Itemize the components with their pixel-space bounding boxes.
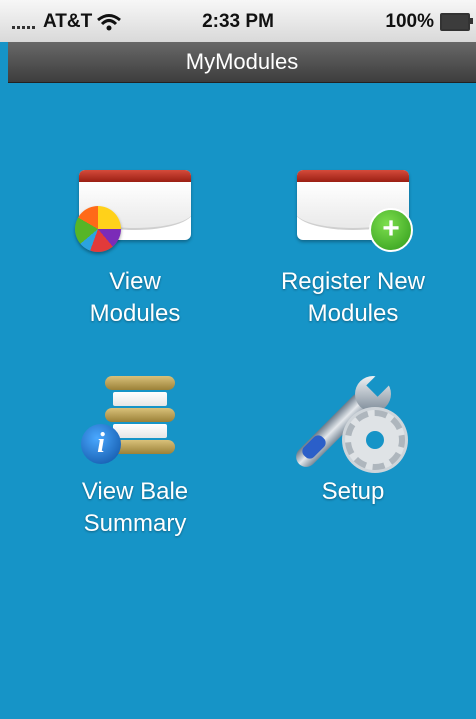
battery-indicator: 100%: [385, 11, 473, 33]
view-modules-button[interactable]: View Modules: [30, 162, 240, 330]
battery-icon: [440, 13, 473, 31]
battery-percent: 100%: [385, 11, 434, 32]
status-bar: AT&T 2:33 PM 100%: [0, 0, 476, 42]
register-modules-label-line2: Modules: [307, 300, 399, 327]
folder-add-icon: +: [293, 162, 413, 258]
setup-label: Setup: [321, 478, 385, 505]
bale-summary-label-line2: Summary: [83, 510, 187, 537]
nav-title: MyModules: [185, 49, 299, 74]
register-new-modules-button[interactable]: + Register New Modules: [248, 162, 458, 330]
setup-button[interactable]: Setup: [248, 372, 458, 508]
register-modules-label-line1: Register New: [280, 268, 426, 295]
wrench-gear-icon: [291, 372, 413, 472]
navigation-bar: MyModules: [8, 42, 476, 83]
bale-summary-label-line1: View Bale: [81, 478, 189, 505]
view-modules-label-line1: View: [109, 268, 161, 295]
view-bale-summary-button[interactable]: i View Bale Summary: [30, 372, 240, 540]
bale-stack-info-icon: i: [75, 372, 195, 468]
view-modules-label-line2: Modules: [89, 300, 181, 327]
folder-piechart-icon: [75, 162, 195, 258]
